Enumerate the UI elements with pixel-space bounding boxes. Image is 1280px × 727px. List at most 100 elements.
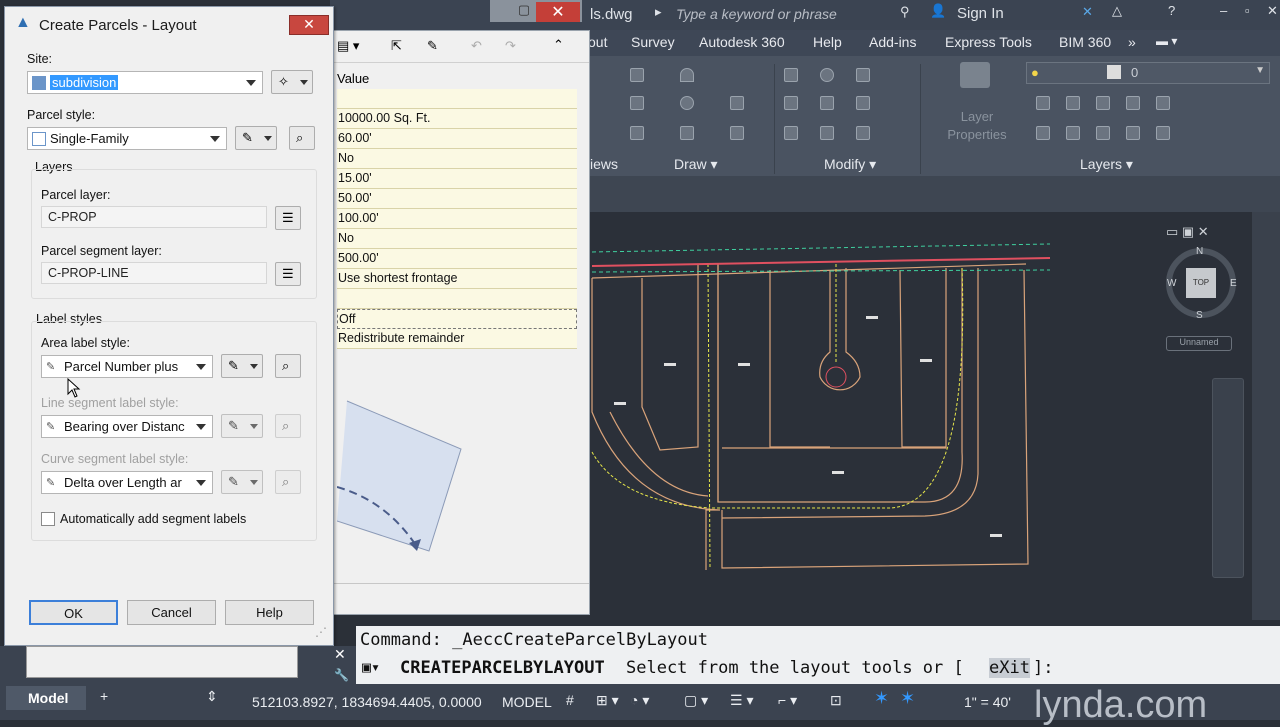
model-tab[interactable]: Model [6,686,86,710]
layer-properties-button[interactable]: Layer Properties [942,108,1012,144]
binoculars-icon[interactable]: ⚲ [900,4,910,20]
area-label-edit-button[interactable]: ✎ [221,354,263,378]
parameter-value-row[interactable]: Off [337,309,577,329]
panel-layers-label[interactable]: Layers ▾ [1080,156,1133,173]
more-tabs-icon[interactable]: » [1128,34,1136,50]
app-close-icon[interactable]: ✕ [1267,3,1278,19]
edit-icon[interactable]: ✎ [427,38,438,54]
circle-icon[interactable] [680,96,694,110]
parcel-style-pick-button[interactable]: ⌕ [289,126,315,150]
toolbar-icon[interactable]: ▤ ▾ [337,38,359,54]
parameter-value-row[interactable]: 100.00' [337,209,577,229]
parameter-value-row[interactable]: 10000.00 Sq. Ft. [337,109,577,129]
panel-draw-label[interactable]: Draw ▾ [674,156,718,173]
minimize-icon[interactable]: – [1220,3,1227,18]
command-prompt-icon[interactable]: ▣▾ [362,658,380,676]
parameter-value-row[interactable]: 500.00' [337,249,577,269]
arc-icon[interactable] [680,68,694,82]
lineweight-icon[interactable]: ☰ ▾ [730,692,753,709]
tab-autodesk-360[interactable]: Autodesk 360 [699,34,785,50]
layer-properties-icon[interactable] [960,62,990,88]
osnap-icon[interactable]: ▢ ▾ [684,692,708,709]
command-line[interactable]: Command: _AeccCreateParcelByLayout ▣▾ CR… [356,626,1280,684]
user-icon[interactable]: 👤 [930,3,946,19]
site-dropdown[interactable]: subdivision [27,71,263,94]
segment-layer-button[interactable]: ☰ [275,262,301,286]
drawing-viewport[interactable]: ▭ ▣ ✕ TOP N S E W Unnamed [590,212,1250,620]
cancel-button[interactable]: Cancel [127,600,216,625]
parcel-style-edit-button[interactable]: ✎ [235,126,277,150]
layer-tool-icon[interactable] [1126,126,1140,140]
annotation-scale[interactable]: 1" = 40' [964,694,1011,710]
layer-tool-icon[interactable] [1096,126,1110,140]
undo-icon[interactable]: ↶ [471,38,482,54]
help-button[interactable]: Help [225,600,314,625]
create-site-button[interactable]: ✧ [271,70,313,94]
line-segment-edit-button[interactable]: ✎ [221,414,263,438]
parameter-value-row[interactable]: No [337,149,577,169]
move-icon[interactable] [784,68,798,82]
line-segment-label-style-dropdown[interactable]: ✎ Bearing over Distanc [41,415,213,438]
layer-tool-icon[interactable] [1126,96,1140,110]
parameter-value-row[interactable]: Use shortest frontage [337,269,577,289]
close-icon[interactable]: ✕ [536,2,580,22]
parcel-style-dropdown[interactable]: Single-Family [27,127,227,150]
select-icon[interactable]: ⇱ [391,38,402,54]
line-segment-pick-button[interactable]: ⌕ [275,414,301,438]
curve-segment-label-style-dropdown[interactable]: ✎ Delta over Length ar [41,471,213,494]
copy-icon[interactable] [784,96,798,110]
ellipse-icon[interactable] [680,126,694,140]
fillet-icon[interactable] [856,96,870,110]
grid-icon[interactable]: # [566,692,574,708]
exit-option[interactable]: eXit [989,658,1030,678]
viewcube-top[interactable]: TOP [1186,268,1216,298]
parameter-value-row[interactable] [337,289,577,309]
tab-bim-360[interactable]: BIM 360 [1059,34,1111,50]
layer-tool-icon[interactable] [1096,96,1110,110]
help-icon[interactable]: ? [1168,3,1175,18]
dialog-close-icon[interactable]: ✕ [289,15,329,35]
restore-icon[interactable]: ▢ [514,2,534,22]
rectangle-icon[interactable] [730,126,744,140]
tab-help[interactable]: Help [813,34,842,50]
tab-layout[interactable]: out [588,34,607,50]
parameter-value-row[interactable]: Redistribute remainder [337,329,577,349]
ucs-dropdown[interactable]: Unnamed [1166,336,1232,351]
ok-button[interactable]: OK [29,600,118,625]
array-icon[interactable] [856,126,870,140]
annotation-scale-icon[interactable]: ✶ [874,688,889,709]
sign-in-button[interactable]: Sign In [957,5,1004,22]
parameter-value-row[interactable]: 50.00' [337,189,577,209]
tab-survey[interactable]: Survey [631,34,675,50]
search-input[interactable]: Type a keyword or phrase [676,6,837,22]
maximize-icon[interactable]: ▫ [1245,3,1250,18]
layer-tool-icon[interactable] [1036,126,1050,140]
ribbon-options-icon[interactable]: ▬ ▾ [1156,34,1177,48]
panel-modify-label[interactable]: Modify ▾ [824,156,876,173]
layer-tool-icon[interactable] [1156,126,1170,140]
selection-cycling-icon[interactable]: ⌐ ▾ [778,692,797,709]
layer-tool-icon[interactable] [1066,96,1080,110]
layer-tool-icon[interactable] [1156,96,1170,110]
curve-segment-edit-button[interactable]: ✎ [221,470,263,494]
tab-express-tools[interactable]: Express Tools [945,34,1032,50]
parcel-layer-button[interactable]: ☰ [275,206,301,230]
redo-icon[interactable]: ↷ [505,38,516,54]
exchange-icon[interactable]: ✕ [1082,4,1093,20]
auto-scale-icon[interactable]: ✶ [900,688,915,709]
annotation-visibility-icon[interactable]: ⊡ [830,692,842,709]
parameter-value-row[interactable] [337,89,577,109]
add-layout-icon[interactable]: + [100,688,108,704]
area-label-style-dropdown[interactable]: ✎ Parcel Number plus [41,355,213,378]
area-label-pick-button[interactable]: ⌕ [275,354,301,378]
layer-dropdown[interactable]: ● 0 ▼ [1026,62,1270,84]
trim-icon[interactable] [856,68,870,82]
layer-tool-icon[interactable] [1036,96,1050,110]
hatch-icon[interactable] [730,96,744,110]
a360-icon[interactable]: △ [1112,3,1122,19]
panel-views-label[interactable]: iews [590,156,618,172]
rotate-icon[interactable] [820,68,834,82]
customize-icon[interactable]: 🔧 [334,668,349,682]
curve-segment-pick-button[interactable]: ⌕ [275,470,301,494]
parameter-value-row[interactable]: 60.00' [337,129,577,149]
